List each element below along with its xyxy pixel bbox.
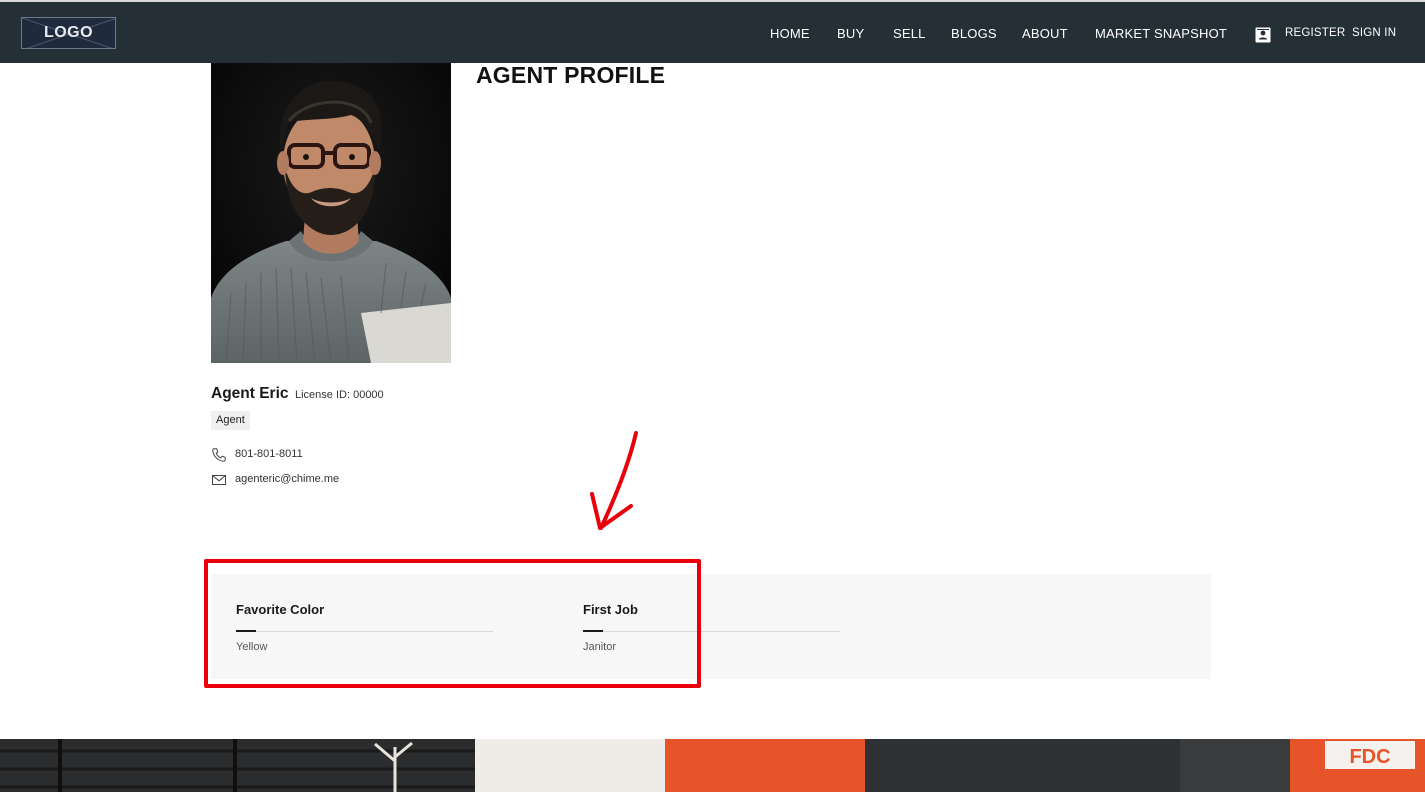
annotation-arrow (590, 431, 638, 530)
register-link[interactable]: REGISTER (1285, 27, 1345, 39)
logo-text: LOGO (43, 24, 94, 41)
role-badge: Agent (211, 411, 250, 430)
nav-home[interactable]: HOME (770, 26, 810, 41)
agent-portrait-illustration (211, 63, 451, 363)
license-id: License ID: 00000 (295, 389, 384, 401)
sign-in-link[interactable]: SIGN IN (1352, 27, 1396, 39)
contact-card-icon[interactable] (1255, 27, 1271, 43)
page: LOGO HOME BUY SELL BLOGS ABOUT MARKET SN… (0, 0, 1425, 792)
agent-name: Agent Eric (211, 385, 289, 402)
banner-illustration: FDC (0, 739, 1425, 792)
site-logo[interactable]: LOGO (21, 17, 116, 49)
bottom-banner-image: FDC (0, 739, 1425, 792)
nav-buy[interactable]: BUY (837, 26, 864, 41)
nav-market-snapshot[interactable]: MARKET SNAPSHOT (1095, 26, 1227, 41)
annotation-highlight-box (204, 559, 701, 688)
phone-number[interactable]: 801-801-8011 (235, 448, 303, 460)
page-title: AGENT PROFILE (476, 62, 666, 88)
email-address[interactable]: agenteric@chime.me (235, 473, 339, 485)
agent-photo (211, 63, 451, 363)
svg-text:FDC: FDC (1349, 746, 1390, 768)
nav-sell[interactable]: SELL (893, 26, 926, 41)
mail-icon (212, 475, 226, 485)
nav-about[interactable]: ABOUT (1022, 26, 1068, 41)
top-nav-bar: LOGO HOME BUY SELL BLOGS ABOUT MARKET SN… (0, 0, 1425, 63)
nav-blogs[interactable]: BLOGS (951, 26, 997, 41)
phone-icon (212, 448, 226, 462)
